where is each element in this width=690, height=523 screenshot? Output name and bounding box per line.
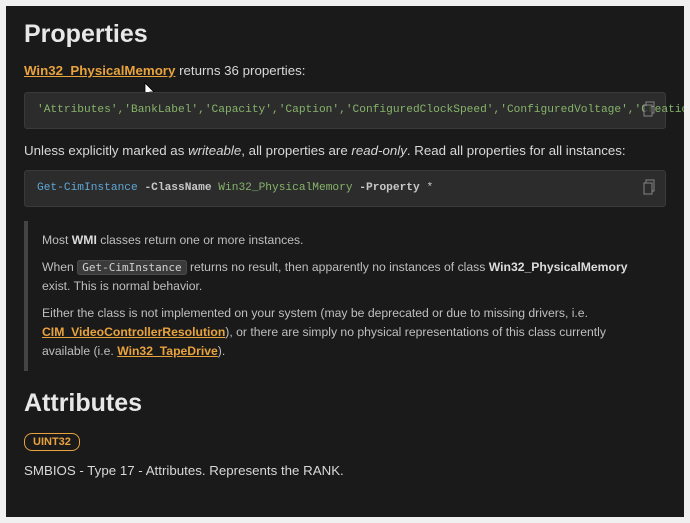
txt: Most xyxy=(42,233,72,247)
section-title-properties: Properties xyxy=(24,20,666,49)
txt: returns no result, then apparently no in… xyxy=(187,260,489,274)
wmi-strong: WMI xyxy=(72,233,97,247)
copy-icon[interactable] xyxy=(643,101,657,117)
section-title-attributes: Attributes xyxy=(24,389,666,418)
ps-cmdlet: Get-CimInstance xyxy=(37,182,138,194)
properties-list: 'Attributes','BankLabel','Capacity','Cap… xyxy=(37,104,684,116)
class-strong: Win32_PhysicalMemory xyxy=(489,260,628,274)
txt: classes return one or more instances. xyxy=(97,233,304,247)
ps-classvalue: Win32_PhysicalMemory xyxy=(218,182,352,194)
txt: ). xyxy=(218,344,225,358)
txt: , all properties are xyxy=(241,143,351,158)
txt: Unless explicitly marked as xyxy=(24,143,188,158)
note-line-1: Most WMI classes return one or more inst… xyxy=(42,231,654,250)
link-cim-videocontroller[interactable]: CIM_VideoControllerResolution xyxy=(42,325,225,339)
readonly-text: Unless explicitly marked as writeable, a… xyxy=(24,143,666,158)
copy-icon[interactable] xyxy=(643,179,657,195)
attribute-description: SMBIOS - Type 17 - Attributes. Represent… xyxy=(24,463,666,478)
doc-page: Properties Win32_PhysicalMemory returns … xyxy=(6,6,684,517)
txt: exist. This is normal behavior. xyxy=(42,279,202,293)
inline-code-getcim: Get-CimInstance xyxy=(77,260,186,275)
txt: When xyxy=(42,260,77,274)
info-note: Most WMI classes return one or more inst… xyxy=(24,221,666,370)
note-line-3: Either the class is not implemented on y… xyxy=(42,304,654,361)
powershell-codebox: Get-CimInstance -ClassName Win32_Physica… xyxy=(24,170,666,207)
properties-codebox: 'Attributes','BankLabel','Capacity','Cap… xyxy=(24,92,666,129)
class-link[interactable]: Win32_PhysicalMemory xyxy=(24,63,175,78)
txt: Either the class is not implemented on y… xyxy=(42,306,588,320)
type-badge: UINT32 xyxy=(24,433,80,451)
note-line-2: When Get-CimInstance returns no result, … xyxy=(42,258,654,296)
em-writeable: writeable xyxy=(188,143,241,158)
ps-wildcard: * xyxy=(426,182,433,194)
link-win32-tapedrive[interactable]: Win32_TapeDrive xyxy=(117,344,218,358)
ps-param-property: -Property xyxy=(359,182,419,194)
txt: . Read all properties for all instances: xyxy=(407,143,626,158)
intro-suffix: returns 36 properties: xyxy=(175,63,305,78)
intro-line: Win32_PhysicalMemory returns 36 properti… xyxy=(24,63,666,78)
em-readonly: read-only xyxy=(351,143,406,158)
ps-param-classname: -ClassName xyxy=(144,182,211,194)
